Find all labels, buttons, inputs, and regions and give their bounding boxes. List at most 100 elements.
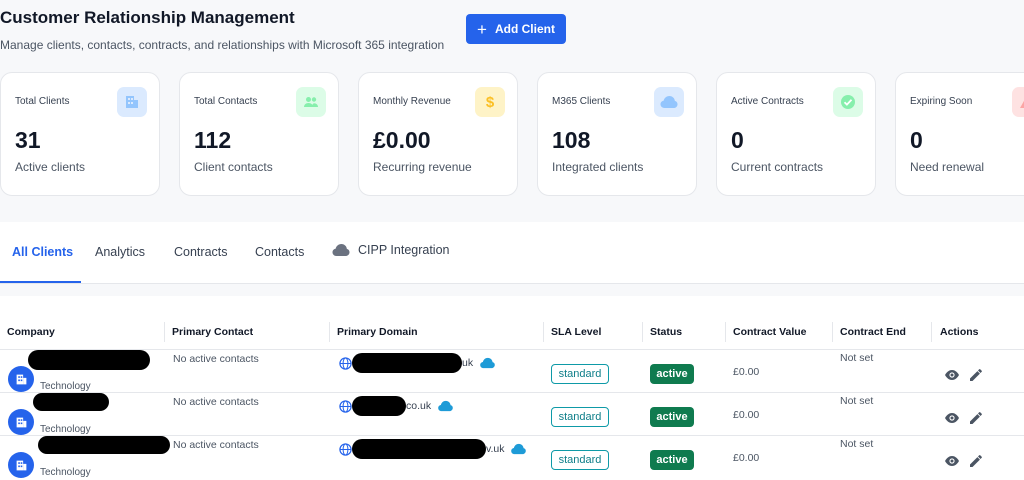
check-circle-icon	[833, 87, 863, 117]
stat-subtitle: Active clients	[15, 160, 86, 174]
tab-contracts[interactable]: Contracts	[174, 245, 228, 259]
cloud-icon	[480, 357, 495, 369]
eye-icon[interactable]	[944, 367, 960, 383]
company-industry: Technology	[40, 424, 91, 435]
clients-table: Company Primary Contact Primary Domain S…	[0, 296, 1024, 480]
add-client-button[interactable]: + Add Client	[466, 14, 566, 44]
building-icon	[117, 87, 147, 117]
sla-badge: standard	[551, 407, 609, 427]
contract-end: Not set	[840, 395, 874, 407]
column-header-contract-end[interactable]: Contract End	[833, 314, 931, 350]
sla-badge: standard	[551, 450, 609, 470]
status-badge: active	[650, 364, 694, 384]
domain-suffix: v.uk	[486, 443, 505, 455]
eye-icon[interactable]	[944, 453, 960, 469]
cloud-icon	[332, 244, 350, 256]
stat-card-expiring-soon: Expiring Soon 0 Need renewal	[895, 72, 1024, 196]
column-header-actions: Actions	[940, 326, 979, 338]
contract-end: Not set	[840, 438, 874, 450]
sla-badge: standard	[551, 364, 609, 384]
status-badge: active	[650, 450, 694, 470]
primary-domain[interactable]: co.uk	[339, 396, 454, 416]
tab-analytics[interactable]: Analytics	[95, 245, 145, 259]
stat-subtitle: Current contracts	[731, 160, 824, 174]
contract-value: £0.00	[733, 366, 760, 378]
eye-icon[interactable]	[944, 410, 960, 426]
edit-icon[interactable]	[968, 410, 984, 426]
globe-icon	[339, 442, 352, 456]
company-industry: Technology	[40, 381, 91, 392]
domain-suffix: co.uk	[406, 400, 432, 412]
primary-domain[interactable]: v.uk	[339, 439, 527, 459]
column-header-sla-level[interactable]: SLA Level	[544, 314, 642, 350]
contract-end: Not set	[840, 352, 874, 364]
tab-cipp-integration[interactable]: CIPP Integration	[331, 243, 450, 257]
contract-value: £0.00	[733, 452, 760, 464]
primary-domain[interactable]: uk	[339, 353, 496, 373]
building-icon	[8, 366, 34, 392]
page-header: Customer Relationship Management Manage …	[0, 0, 1024, 62]
building-icon	[8, 409, 34, 435]
column-divider	[931, 322, 932, 342]
stat-label: Active Contracts	[731, 96, 804, 107]
column-header-primary-contact[interactable]: Primary Contact	[165, 314, 329, 350]
stat-value: 112	[194, 127, 232, 153]
tab-all-clients[interactable]: All Clients	[12, 245, 73, 259]
stat-label: Monthly Revenue	[373, 96, 451, 107]
edit-icon[interactable]	[968, 367, 984, 383]
primary-contact: No active contacts	[173, 353, 259, 365]
redacted-company-name	[38, 436, 170, 454]
table-row[interactable]: Technology No active contacts uk standar…	[0, 350, 1024, 393]
building-icon	[8, 452, 34, 478]
globe-icon	[339, 399, 352, 413]
stat-value: 0	[910, 127, 923, 153]
stat-label: Total Contacts	[194, 96, 258, 107]
column-header-contract-value[interactable]: Contract Value	[726, 314, 832, 350]
stat-label: Expiring Soon	[910, 96, 973, 107]
warning-icon	[1012, 87, 1024, 117]
stat-value: 108	[552, 127, 591, 153]
stat-subtitle: Integrated clients	[552, 160, 644, 174]
stat-subtitle: Client contacts	[194, 160, 273, 174]
stat-card-m365-clients: M365 Clients 108 Integrated clients	[537, 72, 697, 196]
stat-value: £0.00	[373, 127, 431, 153]
redacted-company-name	[28, 350, 150, 370]
table-row[interactable]: Technology No active contacts v.uk stand…	[0, 436, 1024, 479]
stat-card-monthly-revenue: Monthly Revenue £0.00 Recurring revenue …	[358, 72, 518, 196]
tab-cipp-label: CIPP Integration	[358, 243, 450, 257]
cloud-icon	[438, 400, 453, 412]
tab-bar: All Clients Analytics Contracts Contacts…	[0, 222, 1024, 284]
stat-label: M365 Clients	[552, 96, 611, 107]
contract-value: £0.00	[733, 409, 760, 421]
cloud-icon	[654, 87, 684, 117]
stat-subtitle: Recurring revenue	[373, 160, 472, 174]
redacted-domain	[352, 439, 486, 459]
status-badge: active	[650, 407, 694, 427]
people-icon	[296, 87, 326, 117]
redacted-domain	[352, 396, 406, 416]
primary-contact: No active contacts	[173, 396, 259, 408]
stat-label: Total Clients	[15, 96, 70, 107]
stat-card-active-contracts: Active Contracts 0 Current contracts	[716, 72, 876, 196]
plus-icon: +	[477, 19, 487, 39]
add-client-label: Add Client	[494, 22, 555, 36]
page-subtitle: Manage clients, contacts, contracts, and…	[0, 38, 445, 52]
stat-value: 31	[15, 127, 41, 153]
company-industry: Technology	[40, 467, 91, 478]
edit-icon[interactable]	[968, 453, 984, 469]
column-header-primary-domain[interactable]: Primary Domain	[330, 314, 544, 350]
primary-contact: No active contacts	[173, 439, 259, 451]
domain-suffix: uk	[462, 357, 474, 369]
stats-row: Total Clients 31 Active clients Total Co…	[0, 72, 1024, 196]
page-title: Customer Relationship Management	[0, 8, 295, 27]
table-row[interactable]: Technology No active contacts co.uk stan…	[0, 393, 1024, 436]
tab-contacts[interactable]: Contacts	[255, 245, 304, 259]
dollar-icon: $	[475, 87, 505, 117]
column-header-status[interactable]: Status	[643, 314, 725, 350]
stat-subtitle: Need renewal	[910, 160, 985, 174]
stat-card-total-clients: Total Clients 31 Active clients	[0, 72, 160, 196]
redacted-company-name	[33, 393, 109, 411]
stat-card-total-contacts: Total Contacts 112 Client contacts	[179, 72, 339, 196]
column-header-company[interactable]: Company	[0, 314, 164, 350]
cloud-icon	[511, 443, 527, 455]
